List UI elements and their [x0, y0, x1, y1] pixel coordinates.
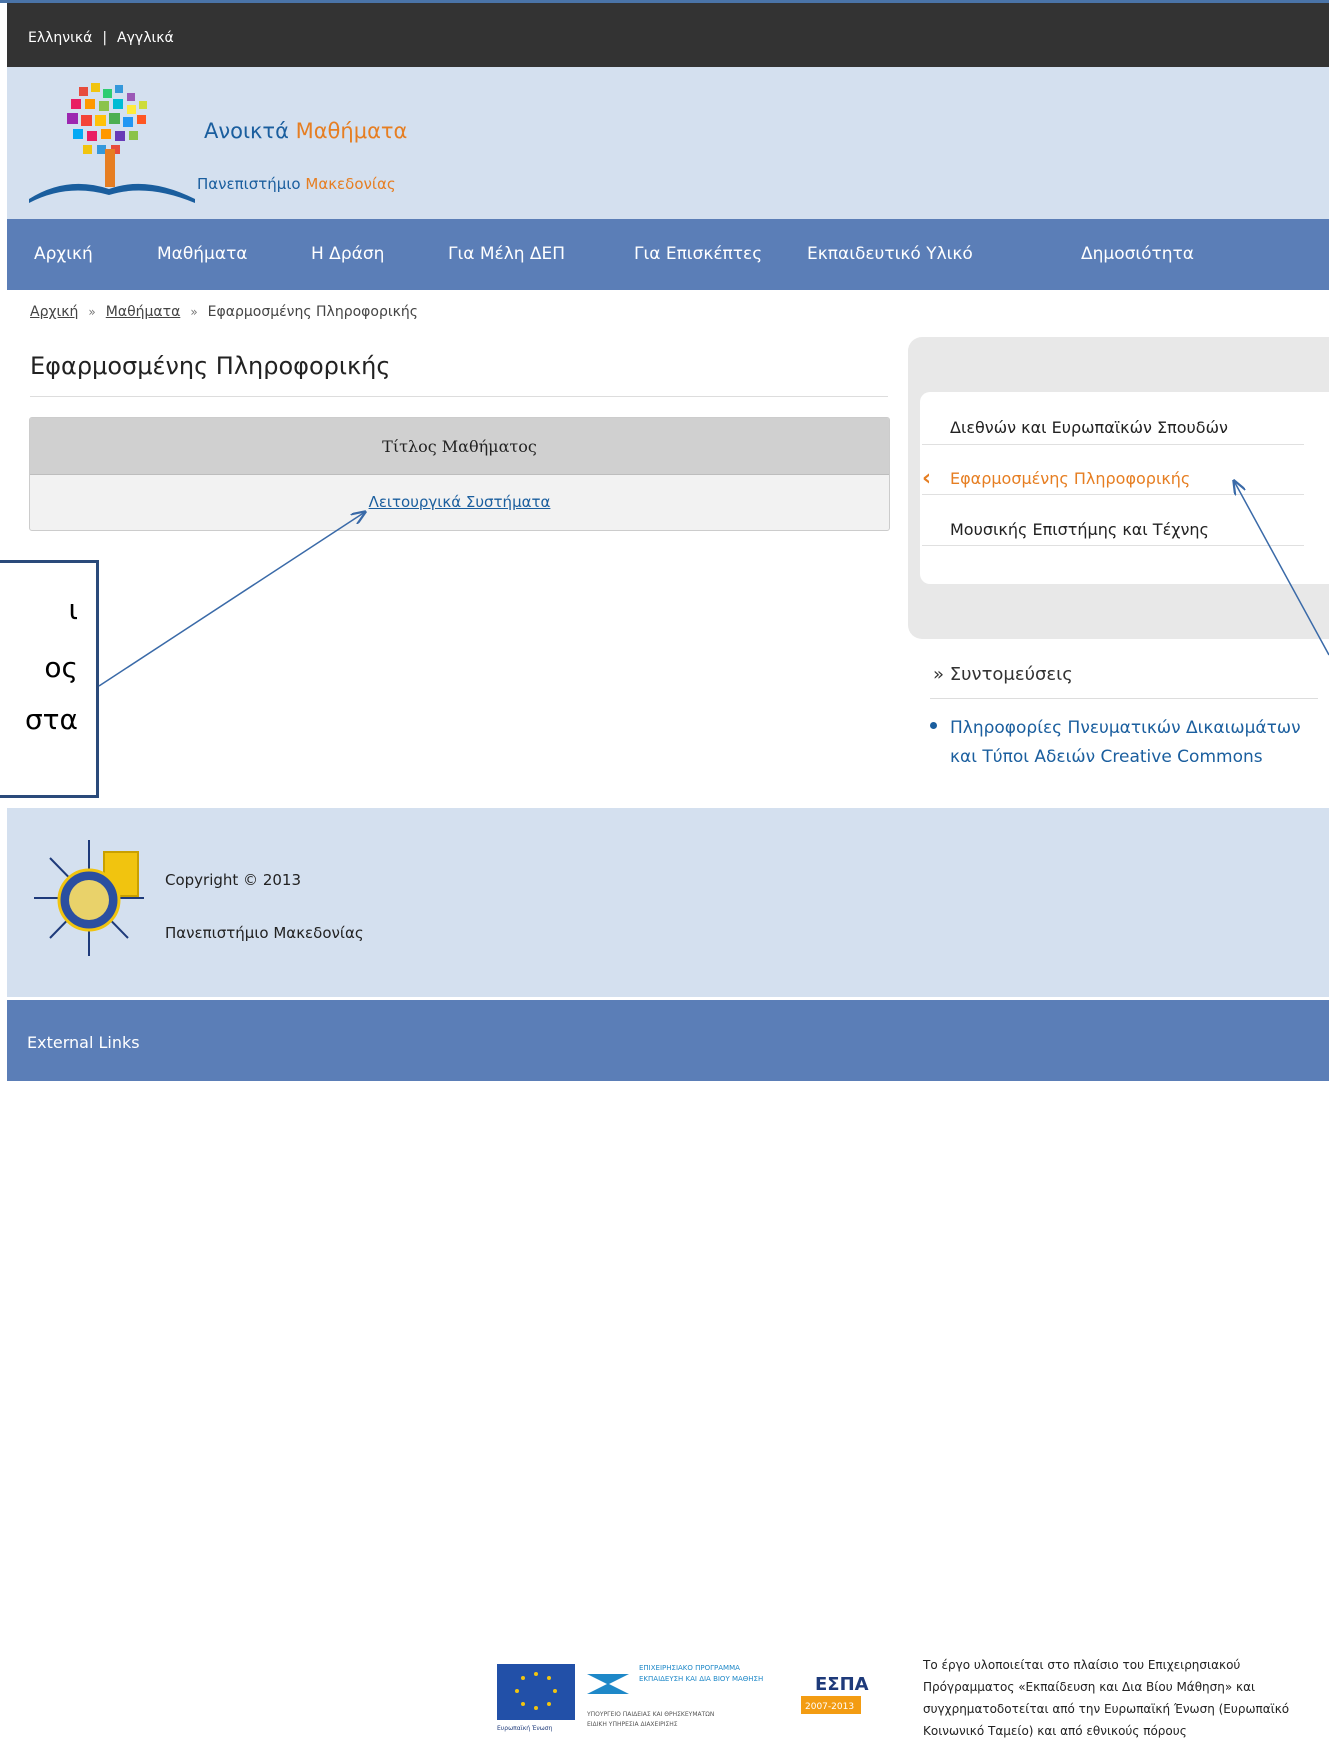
callout-line: ι: [68, 593, 78, 626]
site-footer: Ευρωπαϊκή Ένωση ΕΠΙΧΕΙΡΗΣΙΑΚΟ ΠΡΟΓΡΑΜΜΑ …: [7, 808, 1329, 1751]
nav-item-courses[interactable]: Μαθήματα: [157, 244, 248, 264]
breadcrumb-home[interactable]: Αρχική: [30, 304, 78, 320]
language-switcher: Ελληνικά | Αγγλικά: [28, 30, 174, 46]
chevron-left-icon: ‹: [922, 466, 932, 491]
external-links-label[interactable]: External Links: [27, 1033, 140, 1052]
lang-separator: |: [102, 30, 108, 46]
page-title: Εφαρμοσμένης Πληροφορικής: [30, 352, 391, 380]
sidebar-divider: [922, 545, 1304, 546]
courses-table: Τίτλος Μαθήματος Λειτουργικά Συστήματα: [29, 417, 890, 531]
language-bar: Ελληνικά | Αγγλικά: [7, 3, 1329, 67]
nav-item-publicity[interactable]: Δημοσιότητα: [1081, 244, 1194, 264]
nav-item-educational-material[interactable]: Εκπαιδευτικό Υλικό: [807, 244, 973, 264]
shortcut-link-copyright-info[interactable]: Πληροφορίες Πνευματικών Δικαιωμάτων και …: [950, 714, 1325, 772]
svg-text:ΕΠΙΧΕΙΡΗΣΙΑΚΟ ΠΡΟΓΡΑΜΜΑ: ΕΠΙΧΕΙΡΗΣΙΑΚΟ ΠΡΟΓΡΑΜΜΑ: [639, 1664, 740, 1672]
nav-item-action[interactable]: Η Δράση: [311, 244, 384, 264]
svg-text:ΕΣΠΑ: ΕΣΠΑ: [815, 1674, 869, 1695]
breadcrumb: Αρχική » Μαθήματα » Εφαρμοσμένης Πληροφορική…: [30, 304, 418, 320]
annotation-callout-box: ι ος στα: [0, 560, 99, 798]
copyright-text: Copyright © 2013: [165, 871, 302, 889]
espa-funding-logos: Ευρωπαϊκή Ένωση ΕΠΙΧΕΙΡΗΣΙΑΚΟ ΠΡΟΓΡΑΜΜΑ …: [479, 1650, 881, 1751]
nav-item-visitors[interactable]: Για Επισκέπτες: [634, 244, 762, 264]
nav-item-faculty[interactable]: Για Μέλη ΔΕΠ: [448, 244, 565, 264]
bullet-icon: [930, 722, 937, 729]
svg-text:ΥΠΟΥΡΓΕΙΟ ΠΑΙΔΕΙΑΣ ΚΑΙ ΘΡΗΣΚΕΥ: ΥΠΟΥΡΓΕΙΟ ΠΑΙΔΕΙΑΣ ΚΑΙ ΘΡΗΣΚΕΥΜΑΤΩΝ: [586, 1711, 714, 1718]
table-header-course-title: Τίτλος Μαθήματος: [30, 418, 889, 475]
table-row: Λειτουργικά Συστήματα: [30, 475, 889, 511]
main-navigation: Αρχική Μαθήματα Η Δράση Για Μέλη ΔΕΠ Για…: [7, 219, 1329, 290]
svg-text:Ευρωπαϊκή Ένωση: Ευρωπαϊκή Ένωση: [497, 1725, 553, 1732]
lang-greek-link[interactable]: Ελληνικά: [28, 30, 92, 46]
lang-english-link[interactable]: Αγγλικά: [117, 30, 174, 46]
sidebar-item-international-european-studies[interactable]: Διεθνών και Ευρωπαϊκών Σπουδών: [950, 418, 1228, 437]
breadcrumb-separator: »: [190, 305, 198, 319]
external-links-bar: External Links: [7, 1000, 1329, 1081]
nav-item-home[interactable]: Αρχική: [34, 244, 93, 264]
site-title-part2: Μαθήματα: [295, 119, 408, 143]
university-seal-logo-icon: [34, 840, 144, 956]
site-subtitle-part1: Πανεπιστήμιο: [197, 175, 306, 193]
shortcuts-divider: [930, 698, 1318, 699]
site-subtitle-part2: Μακεδονίας: [305, 175, 396, 193]
svg-text:ΕΚΠΑΙΔΕΥΣΗ ΚΑΙ ΔΙΑ ΒΙΟΥ ΜΑΘΗΣΗ: ΕΚΠΑΙΔΕΥΣΗ ΚΑΙ ΔΙΑ ΒΙΟΥ ΜΑΘΗΣΗ: [639, 1675, 763, 1683]
svg-text:2007-2013: 2007-2013: [805, 1702, 854, 1712]
shortcuts-heading: » Συντομεύσεις: [933, 664, 1073, 685]
site-title-part1: Ανοικτά: [204, 119, 296, 143]
eu-flag-icon: Ευρωπαϊκή Ένωση ΕΠΙΧΕΙΡΗΣΙΑΚΟ ΠΡΟΓΡΑΜΜΑ …: [497, 1664, 869, 1732]
breadcrumb-separator: »: [88, 305, 96, 319]
footer-university-name: Πανεπιστήμιο Μακεδονίας: [165, 924, 364, 942]
course-link-operating-systems[interactable]: Λειτουργικά Συστήματα: [369, 493, 551, 511]
title-divider: [30, 396, 888, 397]
site-title[interactable]: Ανοικτά Μαθήματα: [204, 119, 407, 143]
tree-book-logo-icon[interactable]: [27, 79, 197, 207]
breadcrumb-courses[interactable]: Μαθήματα: [106, 304, 181, 320]
site-header: Ανοικτά Μαθήματα Πανεπιστήμιο Μακεδονίας: [7, 67, 1329, 219]
sidebar-divider: [922, 444, 1304, 445]
funding-statement: Το έργο υλοποιείται στο πλαίσιο του Επιχ…: [923, 1658, 1290, 1738]
sidebar-item-applied-informatics[interactable]: Εφαρμοσμένης Πληροφορικής: [950, 469, 1190, 488]
callout-line: ος: [44, 651, 78, 684]
annotation-arrow-to-course: [98, 512, 365, 687]
site-subtitle: Πανεπιστήμιο Μακεδονίας: [197, 175, 396, 193]
breadcrumb-current: Εφαρμοσμένης Πληροφορικής: [207, 304, 418, 320]
sidebar-item-music-science-art[interactable]: Μουσικής Επιστήμης και Τέχνης: [950, 520, 1209, 539]
svg-text:ΕΙΔΙΚΗ ΥΠΗΡΕΣΙΑ ΔΙΑΧΕΙΡΙΣΗΣ: ΕΙΔΙΚΗ ΥΠΗΡΕΣΙΑ ΔΙΑΧΕΙΡΙΣΗΣ: [587, 1721, 678, 1728]
sidebar-divider: [922, 494, 1304, 495]
callout-line: στα: [24, 703, 78, 736]
